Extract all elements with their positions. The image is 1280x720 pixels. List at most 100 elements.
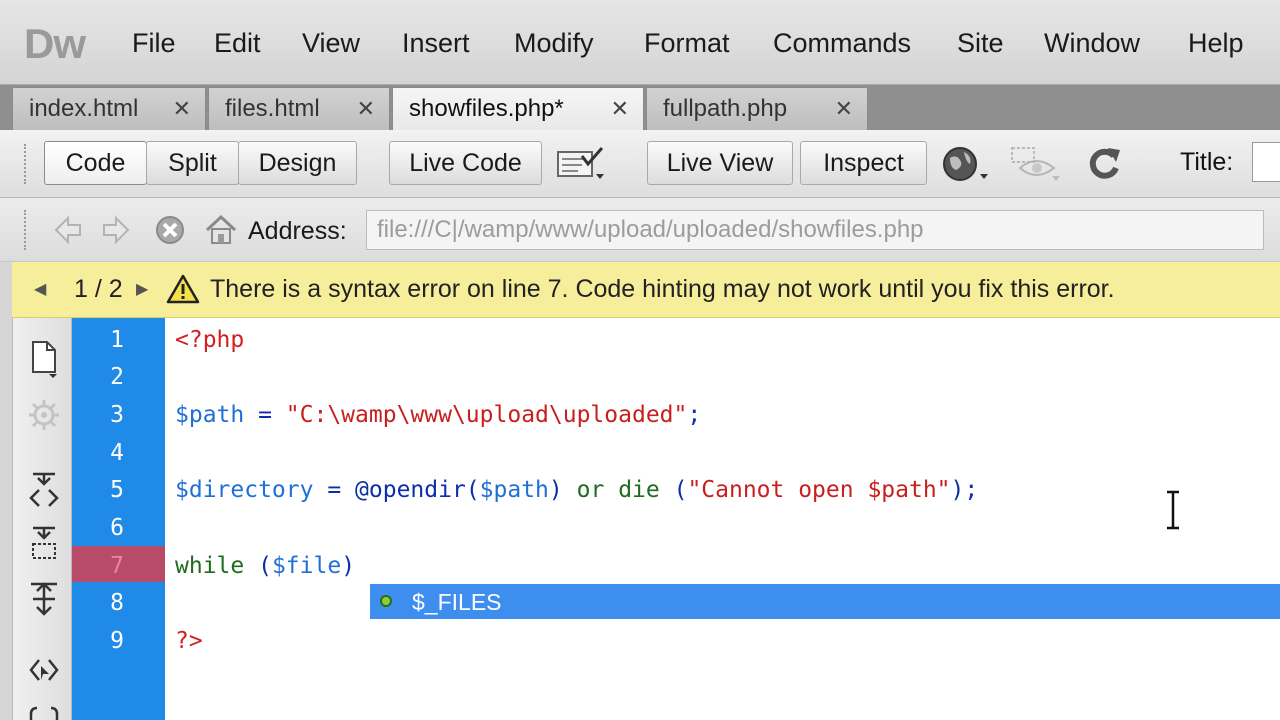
stop-icon[interactable] xyxy=(154,214,186,246)
error-count: 1 / 2 xyxy=(74,275,123,303)
semicolon: ; xyxy=(687,402,702,428)
php-open-tag: <?php xyxy=(175,327,245,353)
menu-site[interactable]: Site xyxy=(957,28,1004,59)
tab-index-html[interactable]: index.html ✕ xyxy=(12,87,206,131)
close-icon[interactable]: ✕ xyxy=(835,96,853,122)
tab-label: index.html xyxy=(29,95,139,122)
line-number: 6 xyxy=(110,515,124,541)
variable: $path xyxy=(175,402,245,428)
keyword: die xyxy=(618,477,660,503)
line-number: 9 xyxy=(110,628,124,654)
globe-icon[interactable] xyxy=(942,144,992,184)
show-code-navigator-icon[interactable] xyxy=(27,398,61,432)
operator: = xyxy=(313,477,356,503)
expand-all-icon[interactable] xyxy=(27,580,61,616)
menu-file[interactable]: File xyxy=(132,28,176,59)
document-tabs: index.html ✕ files.html ✕ showfiles.php*… xyxy=(0,84,1280,133)
paren: ( xyxy=(659,477,688,503)
php-close-tag: ?> xyxy=(175,628,203,654)
file-management-icon[interactable] xyxy=(556,144,608,184)
tab-files-html[interactable]: files.html ✕ xyxy=(208,87,390,131)
split-view-button[interactable]: Split xyxy=(146,141,239,185)
menu-view[interactable]: View xyxy=(302,28,360,59)
code-line-1: <?php xyxy=(175,327,244,353)
toolbar-grip[interactable] xyxy=(24,144,28,184)
close-icon[interactable]: ✕ xyxy=(611,96,629,122)
operator: = xyxy=(244,402,286,428)
code-line-9: ?> xyxy=(175,628,203,654)
code-line-7: while ($file) xyxy=(175,553,355,579)
error-message: There is a syntax error on line 7. Code … xyxy=(210,275,1115,303)
variable: $directory xyxy=(175,477,314,503)
forward-arrow-icon[interactable] xyxy=(100,214,132,246)
paren: ( xyxy=(244,553,272,579)
menu-commands[interactable]: Commands xyxy=(773,28,911,59)
menu-format[interactable]: Format xyxy=(644,28,730,59)
paren: ( xyxy=(465,477,480,503)
line-number: 2 xyxy=(110,364,124,390)
menu-help[interactable]: Help xyxy=(1188,28,1244,59)
tab-showfiles-php[interactable]: showfiles.php* ✕ xyxy=(392,87,644,133)
previous-error-button[interactable]: ◀ xyxy=(34,279,46,299)
code-view-button[interactable]: Code xyxy=(44,141,147,185)
close-icon[interactable]: ✕ xyxy=(173,96,191,122)
code-line-5: $directory = @opendir($path) or die ("Ca… xyxy=(175,477,978,503)
select-parent-tag-icon[interactable] xyxy=(27,654,61,688)
menu-modify[interactable]: Modify xyxy=(514,28,594,59)
open-documents-icon[interactable] xyxy=(27,338,61,378)
address-field[interactable]: file:///C|/wamp/www/upload/uploaded/show… xyxy=(366,210,1264,250)
design-view-button[interactable]: Design xyxy=(238,141,357,185)
collapse-selection-icon[interactable] xyxy=(27,524,61,559)
paren: ); xyxy=(950,477,979,503)
home-icon[interactable] xyxy=(204,214,238,246)
line-number: 8 xyxy=(110,590,124,616)
line-number: 7 xyxy=(110,553,124,579)
code-line-3: $path = "C:\wamp\www\upload\uploaded"; xyxy=(175,402,701,428)
inspect-button[interactable]: Inspect xyxy=(800,141,927,185)
line-number: 1 xyxy=(110,327,124,353)
line-number-gutter: 1 2 3 4 5 6 7 8 9 xyxy=(72,318,165,720)
title-label: Title: xyxy=(1180,148,1234,176)
refresh-icon[interactable] xyxy=(1084,144,1124,184)
keyword: while xyxy=(175,553,245,579)
menu-insert[interactable]: Insert xyxy=(402,28,470,59)
line-number: 4 xyxy=(110,440,124,466)
title-input[interactable] xyxy=(1252,142,1280,182)
back-arrow-icon[interactable] xyxy=(52,214,84,246)
paren: ) xyxy=(341,553,356,579)
coding-toolbar xyxy=(12,318,72,720)
eye-icon[interactable] xyxy=(1010,144,1064,184)
collapse-full-tag-icon[interactable] xyxy=(27,470,61,507)
live-code-button[interactable]: Live Code xyxy=(389,141,542,185)
tab-label: showfiles.php* xyxy=(409,95,564,122)
menu-window[interactable]: Window xyxy=(1044,28,1140,59)
live-view-button[interactable]: Live View xyxy=(647,141,793,185)
function-call: @opendir xyxy=(355,477,466,503)
address-label: Address: xyxy=(248,217,347,245)
code-hint-popup[interactable]: $_FILES xyxy=(370,584,1280,619)
line-number: 5 xyxy=(110,477,124,503)
document-toolbar: Code Split Design Live Code Live View In… xyxy=(0,130,1280,198)
string-literal: "C:\wamp\www\upload\uploaded" xyxy=(285,402,688,428)
balance-braces-icon[interactable] xyxy=(27,706,61,720)
string-literal: "Cannot open $path" xyxy=(687,477,951,503)
text-cursor-icon xyxy=(1165,490,1181,530)
hint-item[interactable]: $_FILES xyxy=(412,589,502,616)
tab-label: fullpath.php xyxy=(663,95,788,122)
line-number: 3 xyxy=(110,402,124,428)
paren: ) xyxy=(548,477,577,503)
tab-label: files.html xyxy=(225,95,320,122)
toolbar-grip[interactable] xyxy=(24,210,28,250)
syntax-error-bar: ◀ 1 / 2 ▶ There is a syntax error on lin… xyxy=(12,262,1280,318)
menu-edit[interactable]: Edit xyxy=(214,28,261,59)
tab-fullpath-php[interactable]: fullpath.php ✕ xyxy=(646,87,868,131)
variable: $file xyxy=(271,553,342,579)
warning-icon xyxy=(166,274,200,304)
close-icon[interactable]: ✕ xyxy=(357,96,375,122)
next-error-button[interactable]: ▶ xyxy=(136,279,148,299)
code-editor[interactable]: <?php $path = "C:\wamp\www\upload\upload… xyxy=(165,318,1280,720)
app-logo: Dw xyxy=(24,20,86,67)
variable-hint-icon xyxy=(380,595,392,607)
browser-navigation-toolbar: Address: file:///C|/wamp/www/upload/uplo… xyxy=(0,198,1280,262)
